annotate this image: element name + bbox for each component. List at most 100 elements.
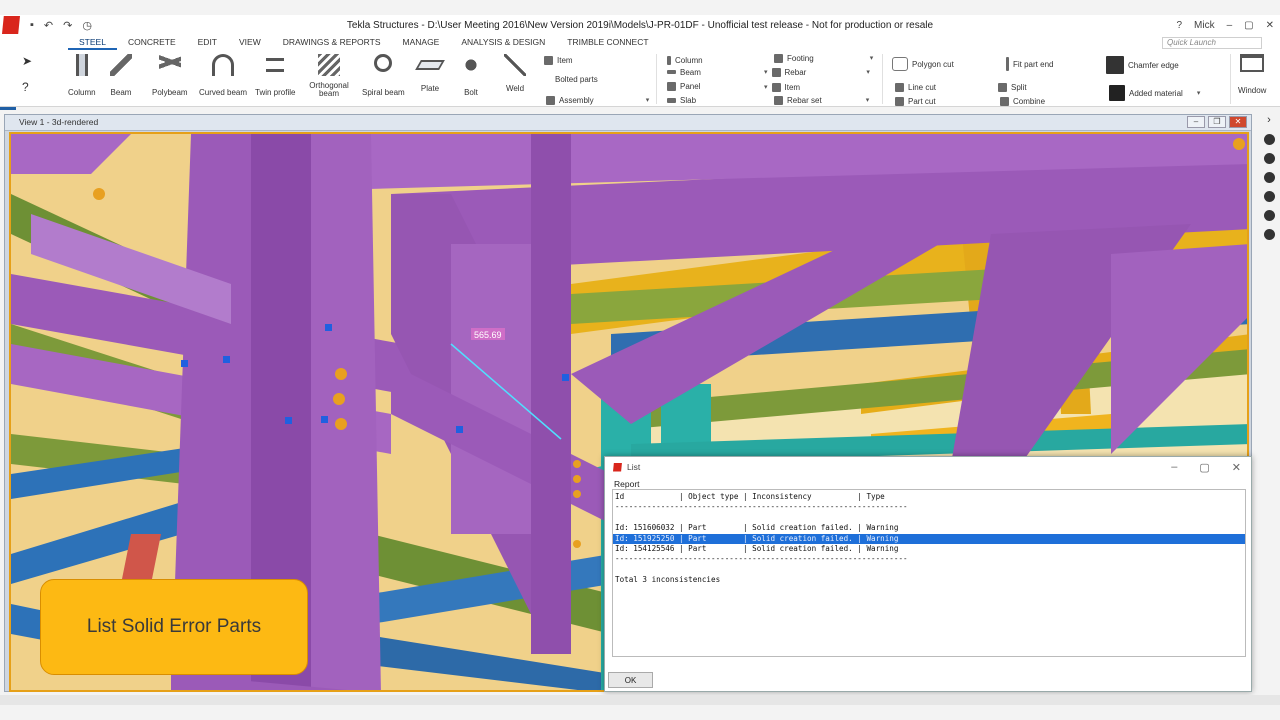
redo-icon[interactable]: ↷ [63,19,72,32]
report-blank-line [613,565,1245,575]
maximize-button[interactable]: ▢ [1244,20,1253,31]
part-cut-button[interactable]: Part cut [895,95,936,107]
view-restore-button[interactable]: ❐ [1208,116,1226,128]
rebar-dropdown-icon[interactable]: ▾ [866,68,870,76]
view-minimize-button[interactable]: – [1187,116,1205,128]
panel-button[interactable]: Panel [667,80,700,92]
dialog-maximize-button[interactable]: ▢ [1199,461,1209,474]
properties-icon[interactable] [1263,134,1275,145]
undo-icon[interactable]: ↶ [44,19,53,32]
dialog-close-button[interactable]: ✕ [1232,461,1241,474]
window-title: Tekla Structures - D:\User Meeting 2016\… [346,19,934,31]
polybeam-button[interactable]: Polybeam [152,54,188,97]
rebar-button[interactable]: ▾ Rebar ▾ [762,66,870,78]
panel-icon [667,81,676,91]
weld-button[interactable]: Weld [504,54,526,93]
twin-profile-icon [266,58,285,72]
history-icon[interactable]: ◷ [82,19,92,32]
column-button[interactable]: Column [68,54,96,97]
tab-analysis-design[interactable]: ANALYSIS & DESIGN [450,35,556,50]
bolt-button[interactable]: Bolt [460,54,482,97]
window-button[interactable]: Window [1238,54,1266,95]
report-row[interactable]: Id: 154125546 | Part | Solid creation fa… [613,544,1245,554]
report-row[interactable]: Id: 151606032 | Part | Solid creation fa… [613,523,1245,533]
save-icon[interactable]: ▪ [30,19,34,32]
settings-icon[interactable] [1263,191,1275,202]
polybeam-icon [158,54,181,76]
rebar-icon [771,67,781,77]
rebar-item-label: Item [784,82,801,92]
window-icon [1240,54,1265,72]
globe-icon[interactable] [1263,153,1275,164]
chamfer-edge-button[interactable]: Chamfer edge [1106,56,1179,74]
footing-button[interactable]: Footing ▾ [774,52,873,64]
slab-button[interactable]: Slab [667,94,696,106]
tab-edit[interactable]: EDIT [187,35,228,50]
fit-part-end-button[interactable]: Fit part end [1006,57,1053,71]
rebar-left-dropdown-icon[interactable]: ▾ [764,68,768,76]
minimize-button[interactable]: – [1227,20,1233,31]
title-bar: ▪ ↶ ↷ ◷ Tekla Structures - D:\User Meeti… [0,15,1280,35]
tab-manage[interactable]: MANAGE [392,35,451,50]
caption-banner: List Solid Error Parts [40,579,308,675]
tab-steel[interactable]: STEEL [68,35,117,50]
line-cut-button[interactable]: Line cut [895,81,936,93]
expand-arrow-icon[interactable]: › [1267,114,1271,126]
orthogonal-beam-button[interactable]: Orthogonal beam [308,54,350,98]
footing-icon [774,53,783,63]
added-material-dropdown-icon[interactable]: ▾ [1197,89,1201,97]
beam-button[interactable]: Beam [110,54,132,97]
rebar-set-button[interactable]: Rebar set ▾ [774,94,869,106]
plate-icon [415,60,445,70]
combine-button[interactable]: Combine [1000,95,1045,107]
help-icon[interactable]: ? [1176,20,1182,31]
added-material-button[interactable]: Added material ▾ [1109,84,1200,102]
concrete-column-button[interactable]: Column [667,54,703,66]
tab-view[interactable]: VIEW [228,35,272,50]
footing-dropdown-icon[interactable]: ▾ [870,54,874,62]
ribbon-tabs: STEEL CONCRETE EDIT VIEW DRAWINGS & REPO… [0,35,1280,50]
added-material-icon [1109,85,1125,101]
concrete-column-label: Column [675,55,703,65]
list-dialog: List – ▢ ✕ Report Id | Object type | Inc… [604,456,1252,692]
select-tool-icon[interactable]: ➤ [22,54,52,68]
item-button[interactable]: Item [544,54,573,66]
rebar-set-dropdown-icon[interactable]: ▾ [866,96,870,104]
rebar-item-dropdown-icon[interactable]: ▾ [764,83,768,91]
tab-trimble-connect[interactable]: TRIMBLE CONNECT [556,35,659,50]
user-name[interactable]: Mick [1194,20,1215,31]
help-tool-icon[interactable]: ? [22,80,52,94]
plate-button[interactable]: Plate [415,54,445,93]
quick-launch-input[interactable]: Quick Launch [1162,37,1262,49]
assembly-button[interactable]: Assembly ▾ [546,94,649,106]
tab-drawings-reports[interactable]: DRAWINGS & REPORTS [272,35,392,50]
tab-concrete[interactable]: CONCRETE [117,35,187,50]
split-button[interactable]: Split [998,81,1027,93]
ribbon-separator [882,54,883,104]
close-button[interactable]: ✕ [1266,20,1274,31]
cube-icon[interactable] [1263,210,1275,221]
view-close-button[interactable]: ✕ [1229,116,1247,128]
combine-icon [1000,96,1009,106]
dialog-minimize-button[interactable]: – [1171,461,1177,474]
split-label: Split [1011,82,1027,92]
report-text-area[interactable]: Id | Object type | Inconsistency | Type … [612,489,1246,657]
concrete-beam-button[interactable]: Beam [667,66,701,78]
assembly-dropdown-icon[interactable]: ▾ [646,96,650,104]
report-row-selected[interactable]: Id: 151925250 | Part | Solid creation fa… [613,533,1245,544]
plate-button-label: Plate [420,84,440,93]
ok-button[interactable]: OK [608,672,653,688]
curved-beam-button[interactable]: Curved beam [199,54,247,97]
spiral-beam-button[interactable]: Spiral beam [362,54,405,97]
cloud-icon[interactable] [1263,172,1275,183]
view-title-bar: View 1 - 3d-rendered – ❐ ✕ [5,115,1251,131]
bolted-parts-button[interactable]: Bolted parts [555,73,598,85]
ribbon-separator [656,54,657,104]
polygon-cut-button[interactable]: Polygon cut [892,57,954,71]
view-title: View 1 - 3d-rendered [19,117,99,127]
orthogonal-beam-button-label: Orthogonal beam [309,81,349,98]
rebar-item-button[interactable]: ▾ Item [762,81,800,93]
rebar-label: Rebar [784,67,807,77]
grid-icon[interactable] [1263,229,1275,240]
twin-profile-button[interactable]: Twin profile [255,54,295,97]
